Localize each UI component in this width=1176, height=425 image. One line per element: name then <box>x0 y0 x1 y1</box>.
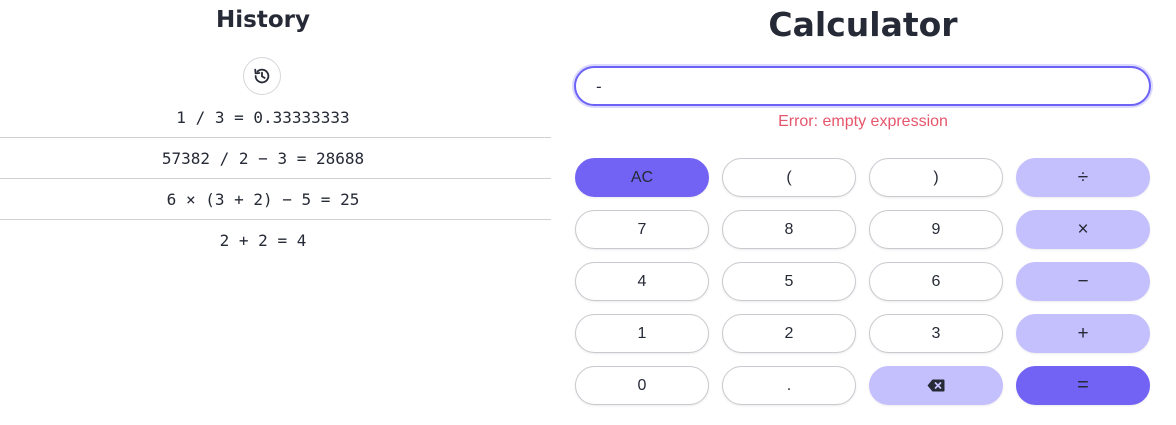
calculator-panel: Calculator Error: empty expression AC ( … <box>570 0 1176 425</box>
error-message: Error: empty expression <box>778 113 948 130</box>
backspace-icon <box>927 379 945 392</box>
clear-button[interactable]: AC <box>575 158 709 197</box>
history-icon <box>254 68 270 84</box>
history-title: History <box>216 7 310 33</box>
open-paren-button[interactable]: ( <box>722 158 856 197</box>
digit-3-button[interactable]: 3 <box>869 314 1003 353</box>
history-item[interactable]: 1 / 3 = 0.33333333 <box>0 97 551 138</box>
keypad: AC ( ) ÷ 7 8 9 × 4 5 6 − 1 2 3 + 0 . = <box>575 158 1151 405</box>
divide-button[interactable]: ÷ <box>1016 158 1150 197</box>
digit-4-button[interactable]: 4 <box>575 262 709 301</box>
history-list: 1 / 3 = 0.33333333 57382 / 2 − 3 = 28688… <box>0 97 551 261</box>
history-item[interactable]: 2 + 2 = 4 <box>0 220 551 261</box>
expression-input[interactable] <box>574 66 1151 106</box>
calculator-title: Calculator <box>768 5 958 44</box>
digit-9-button[interactable]: 9 <box>869 210 1003 249</box>
digit-8-button[interactable]: 8 <box>722 210 856 249</box>
digit-6-button[interactable]: 6 <box>869 262 1003 301</box>
history-item[interactable]: 6 × (3 + 2) − 5 = 25 <box>0 179 551 220</box>
multiply-button[interactable]: × <box>1016 210 1150 249</box>
history-button[interactable] <box>243 57 281 95</box>
digit-7-button[interactable]: 7 <box>575 210 709 249</box>
digit-2-button[interactable]: 2 <box>722 314 856 353</box>
close-paren-button[interactable]: ) <box>869 158 1003 197</box>
subtract-button[interactable]: − <box>1016 262 1150 301</box>
history-item[interactable]: 57382 / 2 − 3 = 28688 <box>0 138 551 179</box>
digit-5-button[interactable]: 5 <box>722 262 856 301</box>
digit-0-button[interactable]: 0 <box>575 366 709 405</box>
add-button[interactable]: + <box>1016 314 1150 353</box>
backspace-button[interactable] <box>869 366 1003 405</box>
equals-button[interactable]: = <box>1016 366 1150 405</box>
decimal-button[interactable]: . <box>722 366 856 405</box>
digit-1-button[interactable]: 1 <box>575 314 709 353</box>
